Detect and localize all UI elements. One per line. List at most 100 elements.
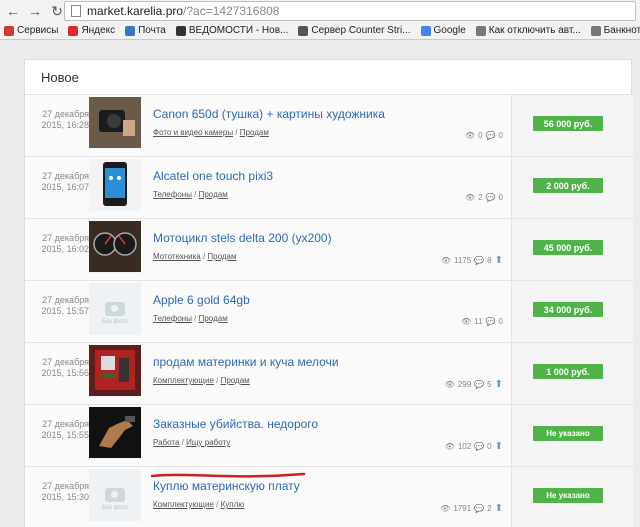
listing-categories: Фото и видео камеры / Продам [153, 128, 269, 137]
listing-categories: Телефоны / Продам [153, 190, 228, 199]
price-badge[interactable]: 45 000 руб. [533, 240, 603, 255]
type-link[interactable]: Продам [221, 376, 250, 385]
listing-categories: Работа / Ищу работу [153, 438, 230, 447]
comment-icon: 💬 [474, 442, 485, 451]
up-arrow-icon[interactable]: ⬆ [495, 441, 503, 452]
category-link[interactable]: Фото и видео камеры [153, 128, 233, 137]
price-badge[interactable]: 2 000 руб. [533, 178, 603, 193]
up-arrow-icon[interactable]: ⬆ [495, 379, 503, 390]
price-badge[interactable]: Не указано [533, 426, 603, 441]
forward-icon[interactable]: → [26, 2, 44, 20]
listing-date-time: 2015, 15:30 [41, 492, 89, 502]
phone-photo [89, 159, 141, 211]
up-arrow-icon[interactable]: ⬆ [495, 255, 503, 266]
listing-title[interactable]: Alcatel one touch pixi3 [153, 169, 273, 183]
category-link[interactable]: Комплектующие [153, 500, 214, 509]
bookmark-1[interactable]: Яндекс [68, 25, 115, 36]
views-count: 11 [474, 317, 483, 326]
bookmark-6[interactable]: Как отключить авт... [475, 25, 581, 36]
price-cell: 2 000 руб. [511, 157, 633, 218]
bookmark-label: Банкнота России н... [603, 25, 640, 36]
bookmark-label: ВЕДОМОСТИ - Нов... [188, 25, 289, 36]
listing-date-time: 2015, 16:28 [41, 120, 89, 130]
eye-icon: 👁 [444, 380, 455, 389]
listing-date-time: 2015, 16:02 [41, 244, 89, 254]
back-icon[interactable]: ← [4, 2, 22, 20]
listing-title[interactable]: Заказные убийства. недорого [153, 417, 318, 431]
listing-categories: Комплектующие / Продам [153, 376, 250, 385]
listing-thumbnail[interactable] [89, 221, 141, 273]
category-link[interactable]: Комплектующие [153, 376, 214, 385]
page-icon [71, 5, 81, 17]
type-link[interactable]: Продам [199, 314, 228, 323]
category-link[interactable]: Мототехника [153, 252, 201, 261]
bookmark-3[interactable]: ВЕДОМОСТИ - Нов... [175, 25, 289, 36]
bookmark-0[interactable]: Сервисы [4, 25, 58, 36]
type-link[interactable]: Куплю [221, 500, 245, 509]
type-link[interactable]: Продам [240, 128, 269, 137]
listing-stats: 👁 1175 💬 8 ⬆ [441, 255, 503, 266]
price-badge[interactable]: Не указано [533, 488, 603, 503]
listing-row: 27 декабря 2015, 16:07 Alcatel one touch p… [25, 157, 633, 219]
listing-date-day: 27 декабря [42, 419, 89, 429]
comment-icon: 💬 [485, 131, 496, 140]
listing-date-time: 2015, 16:07 [41, 182, 89, 192]
category-link[interactable]: Телефоны [153, 190, 192, 199]
type-link[interactable]: Продам [207, 252, 236, 261]
listing-thumbnail[interactable] [89, 159, 141, 211]
comments-count: 0 [487, 442, 492, 451]
bookmark-5[interactable]: Google [420, 25, 466, 36]
board-photo [89, 345, 141, 397]
listing-date-day: 27 декабря [42, 295, 89, 305]
listing-thumbnail[interactable] [89, 97, 141, 149]
up-arrow-icon[interactable]: ⬆ [495, 503, 503, 514]
bookmark-7[interactable]: Банкнота России н... [590, 25, 640, 36]
views-count: 1791 [453, 504, 472, 513]
url-host: market.karelia.pro [87, 4, 184, 18]
listing-stats: 👁 1791 💬 2 ⬆ [440, 503, 503, 514]
price-cell: 1 000 руб. [511, 343, 633, 404]
listing-panel: Новое 27 декабря 2015, 16:28 Canon 650d (т… [24, 59, 633, 527]
listing-thumbnail[interactable]: Без фото [89, 469, 141, 521]
yandex-icon [68, 25, 79, 36]
listing-title[interactable]: Apple 6 gold 64gb [153, 293, 250, 307]
listing-title[interactable]: Мотоцикл stels delta 200 (ух200) [153, 231, 332, 245]
comments-count: 2 [487, 504, 492, 513]
price-cell: 56 000 руб. [511, 95, 633, 156]
category-link[interactable]: Телефоны [153, 314, 192, 323]
google-icon [420, 25, 431, 36]
views-count: 299 [457, 380, 472, 389]
price-badge[interactable]: 56 000 руб. [533, 116, 603, 131]
price-badge[interactable]: 34 000 руб. [533, 302, 603, 317]
apps-icon [4, 25, 14, 36]
eye-icon: 👁 [464, 193, 476, 202]
listing-date-day: 27 декабря [42, 357, 89, 367]
listing-title[interactable]: продам материнки и куча мелочи [153, 355, 339, 369]
eye-icon: 👁 [464, 131, 476, 140]
bookmark-4[interactable]: Сервер Counter Stri... [298, 25, 411, 36]
listing-stats: 👁 102 💬 0 ⬆ [445, 441, 503, 452]
type-link[interactable]: Ищу работу [186, 438, 230, 447]
type-link[interactable]: Продам [199, 190, 228, 199]
listing-date: 27 декабря 2015, 15:55 [33, 419, 89, 441]
vedomosti-icon [175, 25, 186, 36]
views-count: 102 [457, 442, 472, 451]
listing-categories: Мототехника / Продам [153, 252, 237, 261]
price-badge[interactable]: 1 000 руб. [533, 364, 603, 379]
listing-date-time: 2015, 15:57 [41, 306, 89, 316]
eye-icon: 👁 [444, 442, 455, 451]
bookmark-2[interactable]: Почта [125, 25, 166, 36]
eye-icon: 👁 [440, 256, 451, 265]
listing-title[interactable]: Canon 650d (тушка) + картины художника [153, 107, 385, 121]
address-bar[interactable]: market.karelia.pro /?ac=1427316808 [64, 1, 636, 21]
bookmark-label: Сервисы [17, 25, 59, 36]
listing-thumbnail[interactable]: Без фото [89, 283, 141, 335]
category-link[interactable]: Работа [153, 438, 179, 447]
price-cell: 34 000 руб. [511, 281, 633, 342]
listing-thumbnail[interactable] [89, 407, 141, 459]
category-separator: / [213, 376, 221, 385]
listing-thumbnail[interactable] [89, 345, 141, 397]
views-count: 2 [478, 193, 483, 202]
listing-stats: 👁 11 💬 0 [461, 317, 503, 326]
camera-photo [89, 97, 141, 149]
